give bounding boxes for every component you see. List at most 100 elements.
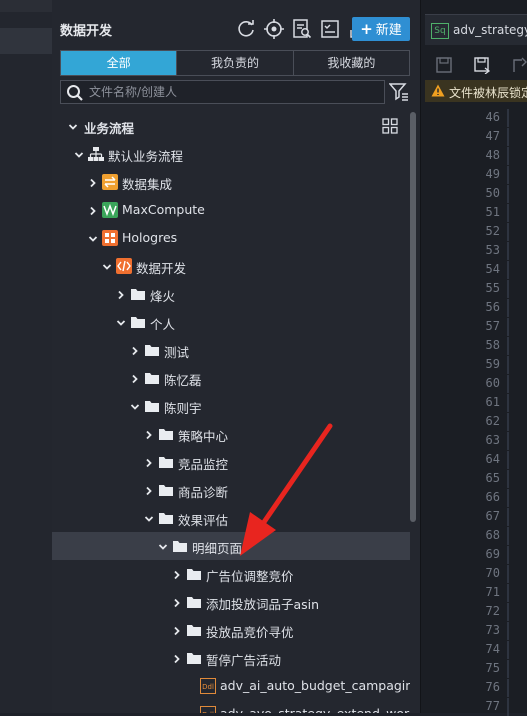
data-development-panel: 数据开发 + 新建 全部 我负责的 我收藏的 文件名称/创建人 业务流程 默认业… (52, 0, 420, 713)
save-as-icon[interactable] (473, 56, 491, 75)
line-number: 62 (485, 414, 500, 428)
tree-item-label: 数据开发 (136, 261, 187, 276)
editor-tab[interactable]: Sq adv_strategy_s (425, 14, 527, 45)
tree-folder-row[interactable]: 暂停广告活动 (52, 644, 410, 672)
code-line-marker (507, 603, 509, 621)
filter-icon[interactable] (388, 83, 409, 105)
code-line-marker (507, 641, 509, 659)
panel-title: 数据开发 (60, 24, 113, 39)
chevron-down-icon[interactable] (116, 317, 126, 327)
tree-folder-row[interactable]: MaxCompute (52, 196, 410, 224)
line-number: 57 (485, 319, 500, 333)
chevron-right-icon[interactable] (172, 625, 182, 636)
chevron-right-icon[interactable] (172, 569, 182, 580)
tree-folder-row[interactable]: 明细页面 (52, 532, 410, 560)
tree-item-label: 投放品竞价寻优 (206, 625, 294, 640)
chevron-right-icon[interactable] (116, 289, 126, 300)
folder-icon (186, 650, 202, 666)
left-strip-selected-item[interactable] (0, 28, 52, 54)
tree-folder-row[interactable]: 默认业务流程 (52, 140, 410, 168)
save-icon[interactable] (435, 56, 453, 74)
line-number: 70 (485, 566, 500, 580)
toolbar (234, 17, 371, 41)
grid-view-icon[interactable] (382, 118, 398, 138)
code-line-marker (507, 375, 509, 393)
submit-icon[interactable] (511, 56, 527, 74)
tab-mine[interactable]: 我负责的 (177, 51, 294, 75)
search-icon (66, 84, 84, 106)
tree-folder-row[interactable]: 效果评估 (52, 504, 410, 532)
chevron-right-icon[interactable] (144, 429, 154, 440)
editor-tab-label: adv_strategy_s (453, 23, 527, 37)
tree-folder-row[interactable]: 陈则宇 (52, 392, 410, 420)
chevron-right-icon[interactable] (88, 177, 98, 188)
chevron-down-icon[interactable] (130, 401, 140, 411)
tree-folder-row[interactable]: 添加投放词品子asin (52, 588, 410, 616)
chevron-down-icon[interactable] (68, 121, 78, 131)
chevron-right-icon[interactable] (144, 457, 154, 468)
chevron-right-icon[interactable] (172, 597, 182, 608)
tree-folder-row[interactable]: 数据集成 (52, 168, 410, 196)
tab-all[interactable]: 全部 (61, 51, 178, 75)
new-button[interactable]: + 新建 (352, 17, 410, 41)
tree-file-row[interactable]: Ddl adv_ai_auto_budget_campagin_detail_d (52, 672, 410, 700)
line-number-gutter: 46 47 48 49 50 51 52 53 54 55 56 57 58 59 60 61 62 63 64 65… (425, 108, 500, 713)
tree-item-label: adv_avo_strategy_extend_word_asin_d (220, 706, 410, 713)
tree-folder-row[interactable]: Hologres (52, 224, 410, 252)
ddl-file-icon: Ddl (200, 678, 216, 694)
tree-folder-row[interactable]: 测试 (52, 336, 410, 364)
chevron-down-icon[interactable] (88, 233, 98, 243)
tree-item-label: 商品诊断 (178, 485, 229, 500)
code-line-marker (507, 413, 509, 431)
line-number: 47 (485, 129, 500, 143)
line-number: 56 (485, 300, 500, 314)
line-number: 74 (485, 642, 500, 656)
chevron-down-icon[interactable] (144, 513, 154, 523)
line-number: 53 (485, 243, 500, 257)
chevron-right-icon[interactable] (130, 345, 140, 356)
tree-item-label: 效果评估 (178, 513, 229, 528)
tree-item-label: adv_ai_auto_budget_campagin_detail_d (220, 678, 410, 693)
code-line-marker (507, 584, 509, 602)
tree-folder-row[interactable]: 业务流程 (52, 112, 410, 140)
line-number: 48 (485, 148, 500, 162)
code-area[interactable] (505, 108, 527, 716)
tree-item-label: 陈忆磊 (164, 373, 202, 388)
chevron-down-icon[interactable] (102, 261, 112, 271)
tree-folder-row[interactable]: 策略中心 (52, 420, 410, 448)
tree-folder-row[interactable]: 竞品监控 (52, 448, 410, 476)
tree-scrollbar[interactable] (410, 112, 416, 522)
chevron-right-icon[interactable] (130, 373, 140, 384)
checklist-icon[interactable] (318, 17, 342, 41)
tree-folder-row[interactable]: 烽火 (52, 280, 410, 308)
tree-file-row[interactable]: Ddl adv_avo_strategy_extend_word_asin_d (52, 700, 410, 713)
chevron-down-icon[interactable] (158, 541, 168, 551)
chevron-right-icon[interactable] (88, 205, 98, 216)
tree-item-label: 竞品监控 (178, 457, 229, 472)
tree-folder-row[interactable]: 广告位调整竞价 (52, 560, 410, 588)
line-number: 75 (485, 661, 500, 675)
refresh-icon[interactable] (234, 17, 258, 41)
tab-favorites[interactable]: 我收藏的 (294, 51, 409, 75)
tree-folder-row[interactable]: 商品诊断 (52, 476, 410, 504)
folder-icon (158, 426, 174, 442)
line-number: 68 (485, 528, 500, 542)
tree-folder-row[interactable]: 个人 (52, 308, 410, 336)
tree-item-label: 广告位调整竞价 (206, 569, 294, 584)
filter-tabs: 全部 我负责的 我收藏的 (60, 50, 410, 76)
search-input[interactable] (89, 81, 379, 103)
code-line-marker (507, 508, 509, 526)
chevron-down-icon[interactable] (74, 149, 84, 159)
code-line-marker (507, 451, 509, 469)
locate-icon[interactable] (262, 17, 286, 41)
folder-icon (130, 314, 146, 330)
line-number: 51 (485, 205, 500, 219)
search-code-icon[interactable] (290, 17, 314, 41)
line-number: 63 (485, 433, 500, 447)
tree-folder-row[interactable]: 投放品竞价寻优 (52, 616, 410, 644)
tree-folder-row[interactable]: 陈忆磊 (52, 364, 410, 392)
tree-folder-row[interactable]: 数据开发 (52, 252, 410, 280)
chevron-right-icon[interactable] (172, 653, 182, 664)
code-line-marker (507, 337, 509, 355)
chevron-right-icon[interactable] (144, 485, 154, 496)
